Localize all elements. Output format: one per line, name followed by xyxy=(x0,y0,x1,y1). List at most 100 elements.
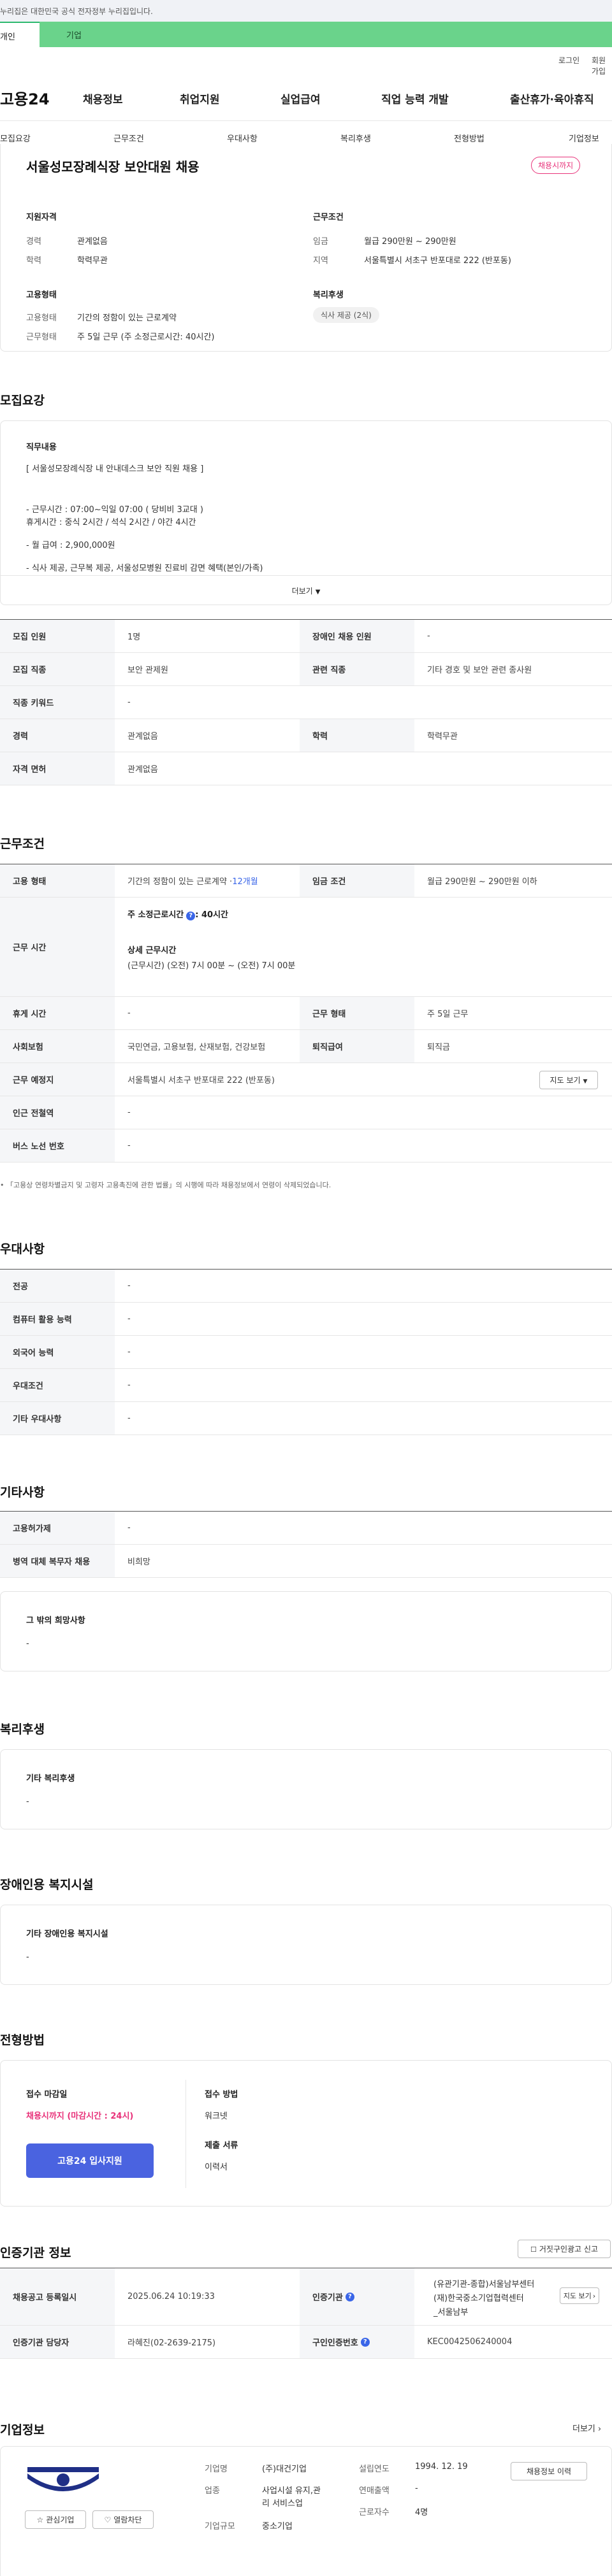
row-value: - xyxy=(127,1314,131,1324)
row-value: 관계없음 xyxy=(127,765,158,775)
anchor-welfare[interactable]: 복리후생 xyxy=(340,132,371,144)
pref-heading: 우대사항 xyxy=(0,1242,45,1256)
row-label: 장애인 채용 인원 xyxy=(300,620,414,652)
row-value: KEC0042506240004 xyxy=(427,2337,513,2347)
table-row: 인근 전철역 - xyxy=(0,1096,612,1129)
chevron-down-icon: ▼ xyxy=(315,589,321,596)
row-value: 1명 xyxy=(127,633,141,642)
site-logo[interactable]: 고용24 xyxy=(0,87,50,109)
tab-personal[interactable]: 개인 xyxy=(0,22,40,47)
row-label: 구인인증번호? xyxy=(300,2326,414,2358)
anchor-pref[interactable]: 우대사항 xyxy=(227,132,258,144)
hiring-history-button[interactable]: 채용정보 이력 xyxy=(511,2462,587,2480)
anchor-work[interactable]: 근무조건 xyxy=(113,132,144,144)
gnb-employment-support[interactable]: 취업지원 xyxy=(180,90,220,106)
anchor-company[interactable]: 기업정보 xyxy=(569,132,599,144)
table-row: 사회보험 국민연금, 고용보험, 산재보험, 건강보험 퇴직급여 퇴직금 xyxy=(0,1030,612,1063)
row-label: 관련 직종 xyxy=(300,653,414,685)
welfare-heading: 복리후생 xyxy=(313,290,344,300)
anchor-screening[interactable]: 전형방법 xyxy=(454,132,484,144)
row-label: 경력 xyxy=(0,719,115,752)
employees-value: 4명 xyxy=(415,2508,428,2517)
row-value: - xyxy=(127,1141,131,1150)
row-label: 컴퓨터 활용 능력 xyxy=(0,1303,115,1335)
user-type-tabs: 개인 기업 xyxy=(0,22,612,47)
fav-company-button[interactable]: ☆ 관심기업 xyxy=(25,2510,86,2529)
disabled-heading: 장애인용 복지시설 xyxy=(0,1878,94,1892)
row-value: 국민연금, 고용보험, 산재보험, 건강보험 xyxy=(127,1043,266,1052)
row-label: 인증기관 담당자 xyxy=(0,2326,115,2358)
emp-heading: 고용형태 xyxy=(26,290,57,300)
job-desc-line-3: 휴게시간 : 중식 2시간 / 석식 2시간 / 야간 4시간 xyxy=(26,518,196,527)
table-row: 모집 인원 1명 장애인 채용 인원 - xyxy=(0,620,612,653)
row-value: 주 5일 근무 xyxy=(427,1010,469,1019)
login-link[interactable]: 로그인 xyxy=(558,55,579,66)
row-label: 외국어 능력 xyxy=(0,1336,115,1368)
employees-label: 근로자수 xyxy=(359,2508,390,2517)
row-value: 퇴직금 xyxy=(427,1043,450,1052)
heart-icon: ♡ xyxy=(104,2515,112,2524)
row-value: 기타 경호 및 보안 관련 종사원 xyxy=(427,666,532,675)
gnb-parental-leave[interactable]: 출산휴가·육아휴직 xyxy=(510,90,594,106)
company-size-value: 중소기업 xyxy=(262,2522,293,2531)
block-view-button[interactable]: ♡ 열람차단 xyxy=(92,2510,154,2529)
emptype-label: 고용형태 xyxy=(26,313,57,323)
row-value: 기간의 정함이 있는 근로계약 · 12개월 xyxy=(115,864,300,897)
row-value: - xyxy=(127,1413,131,1423)
table-row: 우대조건 - xyxy=(0,1369,612,1402)
tab-company[interactable]: 기업 xyxy=(40,22,612,47)
company-more-link[interactable]: 더보기 › xyxy=(572,2422,601,2434)
table-row: 모집 직종 보안 관제원 관련 직종 기타 경호 및 보안 관련 종사원 xyxy=(0,653,612,686)
table-row: 직종 키워드 - xyxy=(0,686,612,719)
worktype-value: 주 5일 근무 (주 소정근로시간: 40시간) xyxy=(77,333,215,342)
job-desc-line-1: [ 서울성모장례식장 내 안내데스크 보안 직원 채용 ] xyxy=(26,464,204,474)
cert-map-button[interactable]: 지도 보기 › xyxy=(560,2287,599,2304)
row-label: 자격 면허 xyxy=(0,752,115,785)
region-label: 지역 xyxy=(313,256,328,266)
chevron-right-icon: › xyxy=(592,2292,596,2300)
company-name-label: 기업명 xyxy=(205,2465,228,2474)
table-row: 채용공고 등록일시 2025.06.24 10:19:33 인증기관? (유관기… xyxy=(0,2268,612,2326)
report-fake-ad-button[interactable]: ☐ 거짓구인광고 신고 xyxy=(518,2240,611,2258)
summary-card: 서울성모장례식장 보안대원 채용 채용시까지 지원자격 경력 관계없음 학력 학… xyxy=(0,144,612,352)
gnb-job-info[interactable]: 채용정보 xyxy=(83,90,123,106)
job-desc-more[interactable]: 더보기 ▼ xyxy=(1,575,611,605)
gnb-job-training[interactable]: 직업 능력 개발 xyxy=(381,90,449,106)
emp-type-text: 기간의 정함이 있는 근로계약 · xyxy=(127,877,233,887)
gnb-unemployment-benefit[interactable]: 실업급여 xyxy=(280,90,321,106)
worktype-label: 근무형태 xyxy=(26,333,57,342)
industry-label: 업종 xyxy=(205,2486,220,2496)
work-table: 고용 형태 기간의 정함이 있는 근로계약 · 12개월 임금 조건 월급 29… xyxy=(0,864,612,1170)
star-icon: ☆ xyxy=(36,2515,44,2524)
map-button[interactable]: 지도 보기 ▼ xyxy=(539,1071,598,1089)
qual-heading: 지원자격 xyxy=(26,213,57,222)
row-label: 버스 노선 번호 xyxy=(0,1129,115,1162)
job-desc-line-5: - 식사 제공, 근무복 제공, 서울성모병원 진료비 감면 혜택(본인/가족) xyxy=(26,564,263,573)
career-value: 관계없음 xyxy=(77,237,108,247)
gov-notice-bar: 누리집은 대한민국 공식 전자정부 누리집입니다. xyxy=(0,0,612,22)
apply-button[interactable]: 고용24 입사지원 xyxy=(26,2143,154,2178)
method-value: 워크넷 xyxy=(205,2112,228,2121)
table-row: 경력 관계없음 학력 학력무관 xyxy=(0,719,612,752)
info-icon[interactable]: ? xyxy=(186,912,196,920)
info-icon[interactable]: ? xyxy=(345,2292,354,2301)
info-icon[interactable]: ? xyxy=(360,2337,370,2347)
method-heading: 접수 방법 xyxy=(205,2090,238,2100)
table-row: 기타 우대사항 - xyxy=(0,1402,612,1435)
anchor-recruit[interactable]: 모집요강 xyxy=(0,132,31,144)
edu-value: 학력무관 xyxy=(77,256,108,266)
report-icon: ☐ xyxy=(530,2245,537,2254)
cond-heading: 근무조건 xyxy=(313,213,344,222)
row-label: 사회보험 xyxy=(0,1030,115,1063)
hours-detail: (근무시간) (오전) 7시 00분 ~ (오전) 7시 00분 xyxy=(127,961,296,971)
row-label: 인근 전철역 xyxy=(0,1096,115,1129)
signup-link[interactable]: 회원가입 xyxy=(592,55,612,76)
disabled-card: 기타 장애인용 복지시설 - xyxy=(0,1905,612,1985)
row-value: - xyxy=(127,1380,131,1390)
row-value: - xyxy=(127,1008,131,1018)
sales-value: - xyxy=(415,2484,418,2493)
row-label: 학력 xyxy=(300,719,414,752)
row-value: 서울특별시 서초구 반포대로 222 (반포동) xyxy=(127,1076,275,1085)
region-value: 서울특별시 서초구 반포대로 222 (반포동) xyxy=(364,256,511,266)
chevron-right-icon: › xyxy=(597,2424,602,2434)
